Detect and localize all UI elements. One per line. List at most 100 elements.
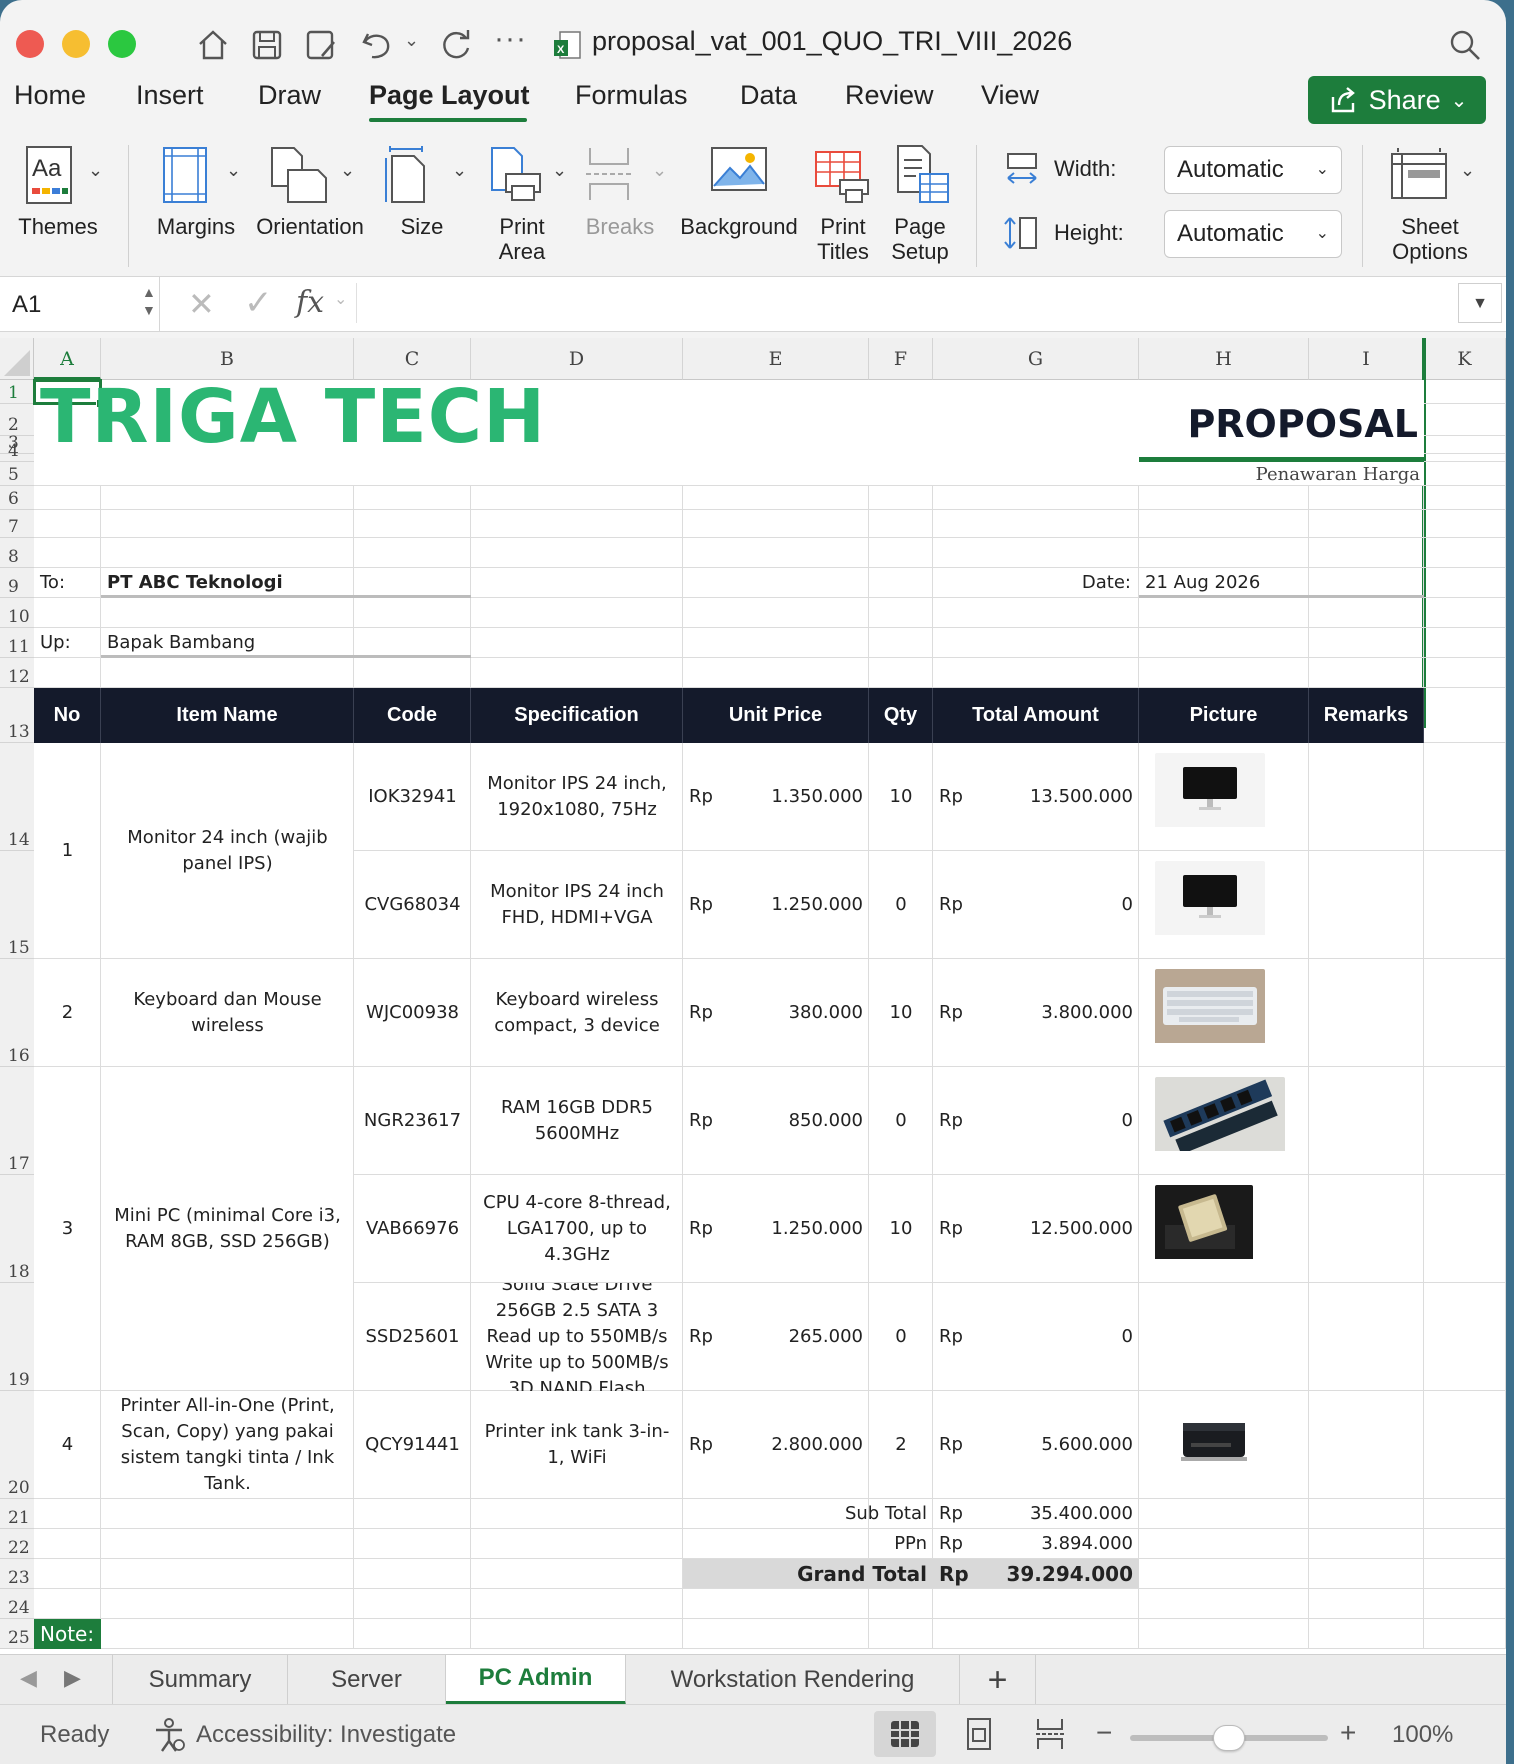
row-header-12[interactable]: 12 bbox=[0, 658, 34, 688]
normal-view-button[interactable] bbox=[874, 1711, 936, 1757]
table-header-total-amount[interactable]: Total Amount bbox=[933, 688, 1139, 743]
tab-formulas[interactable]: Formulas bbox=[575, 80, 688, 111]
tab-insert[interactable]: Insert bbox=[136, 80, 204, 111]
margins-label[interactable]: Margins bbox=[150, 214, 242, 239]
row-header-16[interactable]: 16 bbox=[0, 959, 34, 1067]
tab-view[interactable]: View bbox=[981, 80, 1039, 111]
print-area-dropdown-icon[interactable]: ⌄ bbox=[552, 160, 567, 181]
save-icon[interactable] bbox=[250, 28, 284, 62]
sheet-options-icon[interactable] bbox=[1390, 146, 1448, 202]
themes-icon[interactable]: Aa bbox=[26, 146, 72, 204]
tab-home[interactable]: Home bbox=[14, 80, 86, 111]
column-header-k[interactable]: K bbox=[1424, 338, 1506, 380]
undo-icon[interactable] bbox=[360, 28, 394, 62]
row-header-19[interactable]: 19 bbox=[0, 1283, 34, 1391]
column-header-e[interactable]: E bbox=[683, 338, 869, 380]
column-header-f[interactable]: F bbox=[869, 338, 933, 380]
row-header-21[interactable]: 21 bbox=[0, 1499, 34, 1529]
tab-review[interactable]: Review bbox=[845, 80, 934, 111]
row-header-11[interactable]: 11 bbox=[0, 628, 34, 658]
sheet-tab-summary[interactable]: Summary bbox=[112, 1655, 288, 1705]
row-header-5[interactable]: 5 bbox=[0, 462, 34, 486]
orientation-label[interactable]: Orientation bbox=[250, 214, 370, 239]
themes-dropdown-icon[interactable]: ⌄ bbox=[88, 160, 103, 181]
tab-draw[interactable]: Draw bbox=[258, 80, 321, 111]
home-icon[interactable] bbox=[196, 28, 230, 62]
table-header-picture[interactable]: Picture bbox=[1139, 688, 1309, 743]
row-header-1[interactable]: 1 bbox=[0, 380, 34, 404]
column-header-i[interactable]: I bbox=[1309, 338, 1424, 380]
print-area-icon[interactable] bbox=[488, 144, 544, 204]
page-break-view-icon[interactable] bbox=[1034, 1717, 1066, 1751]
function-dropdown-icon[interactable]: ⌄ bbox=[334, 289, 347, 309]
accessibility-status[interactable]: Accessibility: Investigate bbox=[196, 1721, 456, 1749]
page-layout-view-icon[interactable] bbox=[964, 1717, 994, 1751]
table-header-qty[interactable]: Qty bbox=[869, 688, 933, 743]
row-header-13[interactable]: 13 bbox=[0, 688, 34, 743]
print-area-label[interactable]: Print Area bbox=[478, 214, 566, 264]
print-titles-label[interactable]: Print Titles bbox=[800, 214, 886, 264]
tab-page-layout[interactable]: Page Layout bbox=[369, 80, 530, 111]
row-header-7[interactable]: 7 bbox=[0, 510, 34, 538]
row-header-9[interactable]: 9 bbox=[0, 568, 34, 598]
share-chevron-icon[interactable]: ⌄ bbox=[1451, 88, 1468, 113]
width-select[interactable]: Automatic ⌄ bbox=[1164, 146, 1342, 194]
page-setup-icon[interactable] bbox=[894, 144, 952, 204]
table-header-specification[interactable]: Specification bbox=[471, 688, 683, 743]
row-header-8[interactable]: 8 bbox=[0, 538, 34, 568]
size-dropdown-icon[interactable]: ⌄ bbox=[452, 160, 467, 181]
themes-label[interactable]: Themes bbox=[14, 214, 102, 239]
row-header-22[interactable]: 22 bbox=[0, 1529, 34, 1559]
more-icon[interactable]: ··· bbox=[494, 22, 527, 56]
column-header-g[interactable]: G bbox=[933, 338, 1139, 380]
print-titles-icon[interactable] bbox=[814, 146, 872, 204]
close-window-button[interactable] bbox=[16, 30, 44, 58]
tab-data[interactable]: Data bbox=[740, 80, 797, 111]
row-header-17[interactable]: 17 bbox=[0, 1067, 34, 1175]
enter-icon[interactable]: ✓ bbox=[244, 283, 273, 323]
table-header-unit-price[interactable]: Unit Price bbox=[683, 688, 869, 743]
sheet-options-dropdown-icon[interactable]: ⌄ bbox=[1460, 160, 1475, 181]
row-header-25[interactable]: 25 bbox=[0, 1619, 34, 1649]
table-header-no[interactable]: No bbox=[34, 688, 101, 743]
sheet-tab-pc-admin[interactable]: PC Admin bbox=[446, 1655, 626, 1705]
zoom-level[interactable]: 100% bbox=[1392, 1721, 1453, 1749]
redo-icon[interactable] bbox=[438, 28, 472, 62]
page-setup-label[interactable]: Page Setup bbox=[882, 214, 958, 264]
next-sheet-icon[interactable]: ▶ bbox=[64, 1665, 81, 1691]
row-header-2[interactable]: 2 bbox=[0, 404, 34, 436]
table-header-remarks[interactable]: Remarks bbox=[1309, 688, 1424, 743]
worksheet-grid[interactable]: ABCDEFGHIK 1 2 3 4 5 6 7 8 9 10 11 12 13 14 15 16 17 18 19… bbox=[0, 338, 1506, 1654]
share-button[interactable]: Share ⌄ bbox=[1308, 76, 1486, 124]
save-as-icon[interactable] bbox=[304, 28, 338, 62]
zoom-in-icon[interactable]: + bbox=[1340, 1717, 1356, 1749]
zoom-out-icon[interactable]: − bbox=[1096, 1717, 1112, 1749]
minimize-window-button[interactable] bbox=[62, 30, 90, 58]
background-label[interactable]: Background bbox=[676, 214, 802, 239]
size-icon[interactable] bbox=[382, 144, 430, 204]
select-all-button[interactable] bbox=[0, 338, 34, 380]
accessibility-icon[interactable] bbox=[152, 1717, 186, 1753]
orientation-icon[interactable] bbox=[268, 146, 330, 204]
name-box-stepper-icon[interactable]: ▲ ▼ bbox=[142, 283, 156, 319]
zoom-slider-thumb[interactable] bbox=[1213, 1725, 1245, 1751]
expand-formula-bar-button[interactable]: ▼ bbox=[1458, 283, 1502, 323]
cancel-icon[interactable]: ✕ bbox=[188, 285, 215, 323]
row-header-23[interactable]: 23 bbox=[0, 1559, 34, 1589]
size-label[interactable]: Size bbox=[384, 214, 460, 239]
margins-icon[interactable] bbox=[162, 146, 208, 204]
search-icon[interactable] bbox=[1448, 28, 1482, 62]
undo-dropdown-icon[interactable]: ⌄ bbox=[404, 30, 419, 51]
row-header-24[interactable]: 24 bbox=[0, 1589, 34, 1619]
add-sheet-button[interactable]: + bbox=[960, 1655, 1036, 1705]
margins-dropdown-icon[interactable]: ⌄ bbox=[226, 160, 241, 181]
table-header-item-name[interactable]: Item Name bbox=[101, 688, 354, 743]
row-header-10[interactable]: 10 bbox=[0, 598, 34, 628]
formula-input[interactable] bbox=[356, 283, 1454, 323]
sheet-tab-workstation-rendering[interactable]: Workstation Rendering bbox=[626, 1655, 960, 1705]
sheet-options-label[interactable]: Sheet Options bbox=[1382, 214, 1478, 264]
table-header-code[interactable]: Code bbox=[354, 688, 471, 743]
row-header-18[interactable]: 18 bbox=[0, 1175, 34, 1283]
previous-sheet-icon[interactable]: ◀ bbox=[20, 1665, 37, 1691]
row-header-20[interactable]: 20 bbox=[0, 1391, 34, 1499]
